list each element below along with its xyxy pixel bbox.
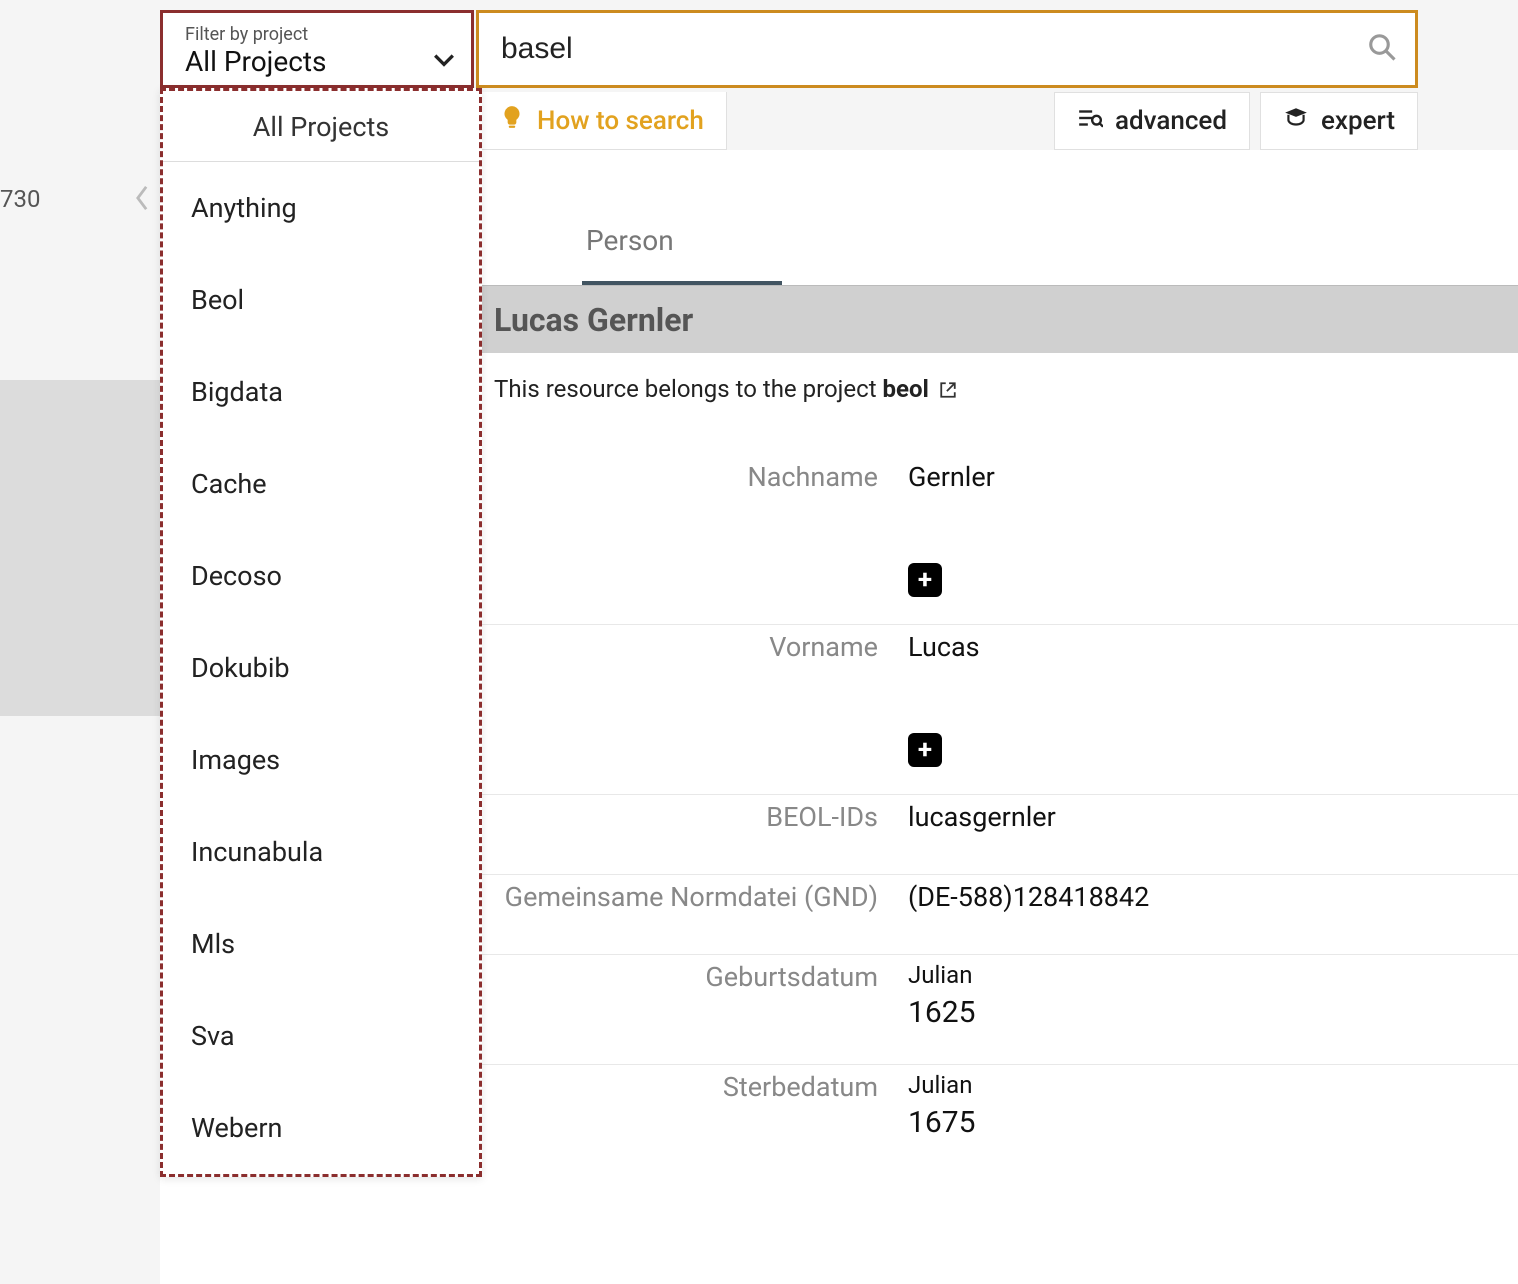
prop-value: Lucas <box>908 625 1518 705</box>
expert-label: expert <box>1321 106 1395 136</box>
dropdown-item[interactable]: Anything <box>163 162 479 254</box>
prop-row-gnd: Gemeinsame Normdatei (GND) (DE-588)12841… <box>480 875 1518 955</box>
filter-label: Filter by project <box>185 24 455 45</box>
search-input[interactable] <box>501 32 1367 66</box>
dropdown-item[interactable]: Bigdata <box>163 346 479 438</box>
lightbulb-icon <box>499 104 525 137</box>
how-to-label: How to search <box>537 106 704 136</box>
add-value-button[interactable]: + <box>908 733 942 767</box>
prop-value: Gernler <box>908 455 1518 535</box>
prop-row-nachname: Nachname Gernler <box>480 455 1518 535</box>
dropdown-item[interactable]: Webern <box>163 1082 479 1174</box>
collapse-chevron-icon[interactable] <box>135 185 153 213</box>
prop-label: Geburtsdatum <box>480 955 908 1064</box>
dropdown-item[interactable]: Incunabula <box>163 806 479 898</box>
belongs-project-name[interactable]: beol <box>883 375 929 403</box>
advanced-label: advanced <box>1115 106 1227 136</box>
dropdown-header[interactable]: All Projects <box>163 91 479 162</box>
project-filter[interactable]: Filter by project All Projects <box>160 10 474 88</box>
dropdown-item[interactable]: Sva <box>163 990 479 1082</box>
belongs-to-project: This resource belongs to the project beo… <box>480 353 1518 405</box>
dropdown-item[interactable]: Beol <box>163 254 479 346</box>
prop-row-vorname: Vorname Lucas <box>480 625 1518 705</box>
detail-panel: Person Lucas Gernler This resource belon… <box>480 150 1518 1284</box>
dropdown-item[interactable]: Dokubib <box>163 622 479 714</box>
calendar-type: Julian <box>908 961 1518 989</box>
expert-icon <box>1283 105 1309 138</box>
prop-label: Vorname <box>480 625 908 705</box>
expert-search-button[interactable]: expert <box>1260 92 1418 150</box>
dropdown-item[interactable]: Decoso <box>163 530 479 622</box>
dropdown-item[interactable]: Images <box>163 714 479 806</box>
filter-value: All Projects <box>185 45 327 78</box>
resource-title: Lucas Gernler <box>480 285 1518 353</box>
advanced-icon <box>1077 105 1103 138</box>
calendar-type: Julian <box>908 1071 1518 1099</box>
prop-value: lucasgernler <box>908 795 1518 874</box>
prop-label: BEOL-IDs <box>480 795 908 874</box>
belongs-prefix: This resource belongs to the project <box>494 375 883 403</box>
project-dropdown: All Projects Anything Beol Bigdata Cache… <box>160 88 482 1177</box>
prop-row-geburtsdatum: Geburtsdatum Julian 1625 <box>480 955 1518 1065</box>
prop-label: Nachname <box>480 455 908 535</box>
left-sidebar: 730 <box>0 0 160 1284</box>
properties: Nachname Gernler + Vorname Lucas + BEOL-… <box>480 455 1518 1175</box>
open-in-new-icon[interactable] <box>939 377 957 405</box>
add-row: + <box>480 535 1518 625</box>
search-box <box>476 10 1418 88</box>
tab-person[interactable]: Person <box>582 224 782 285</box>
year-value: 1675 <box>908 1105 1518 1140</box>
add-row: + <box>480 705 1518 795</box>
chevron-down-icon <box>433 52 455 71</box>
prop-label: Sterbedatum <box>480 1065 908 1175</box>
left-number: 730 <box>0 185 50 213</box>
left-selection-block <box>0 380 160 716</box>
prop-label: Gemeinsame Normdatei (GND) <box>480 875 908 954</box>
dropdown-item[interactable]: Mls <box>163 898 479 990</box>
advanced-search-button[interactable]: advanced <box>1054 92 1250 150</box>
search-icon[interactable] <box>1367 32 1397 66</box>
dropdown-item[interactable]: Cache <box>163 438 479 530</box>
prop-row-beol-ids: BEOL-IDs lucasgernler <box>480 795 1518 875</box>
prop-row-sterbedatum: Sterbedatum Julian 1675 <box>480 1065 1518 1175</box>
year-value: 1625 <box>908 995 1518 1030</box>
how-to-search-link[interactable]: How to search <box>476 92 727 150</box>
search-subbar: How to search advanced expert <box>476 92 1418 150</box>
prop-value: Julian 1675 <box>908 1065 1518 1175</box>
add-value-button[interactable]: + <box>908 563 942 597</box>
prop-value: (DE-588)128418842 <box>908 875 1518 954</box>
prop-value: Julian 1625 <box>908 955 1518 1064</box>
tabs: Person <box>480 150 1518 285</box>
